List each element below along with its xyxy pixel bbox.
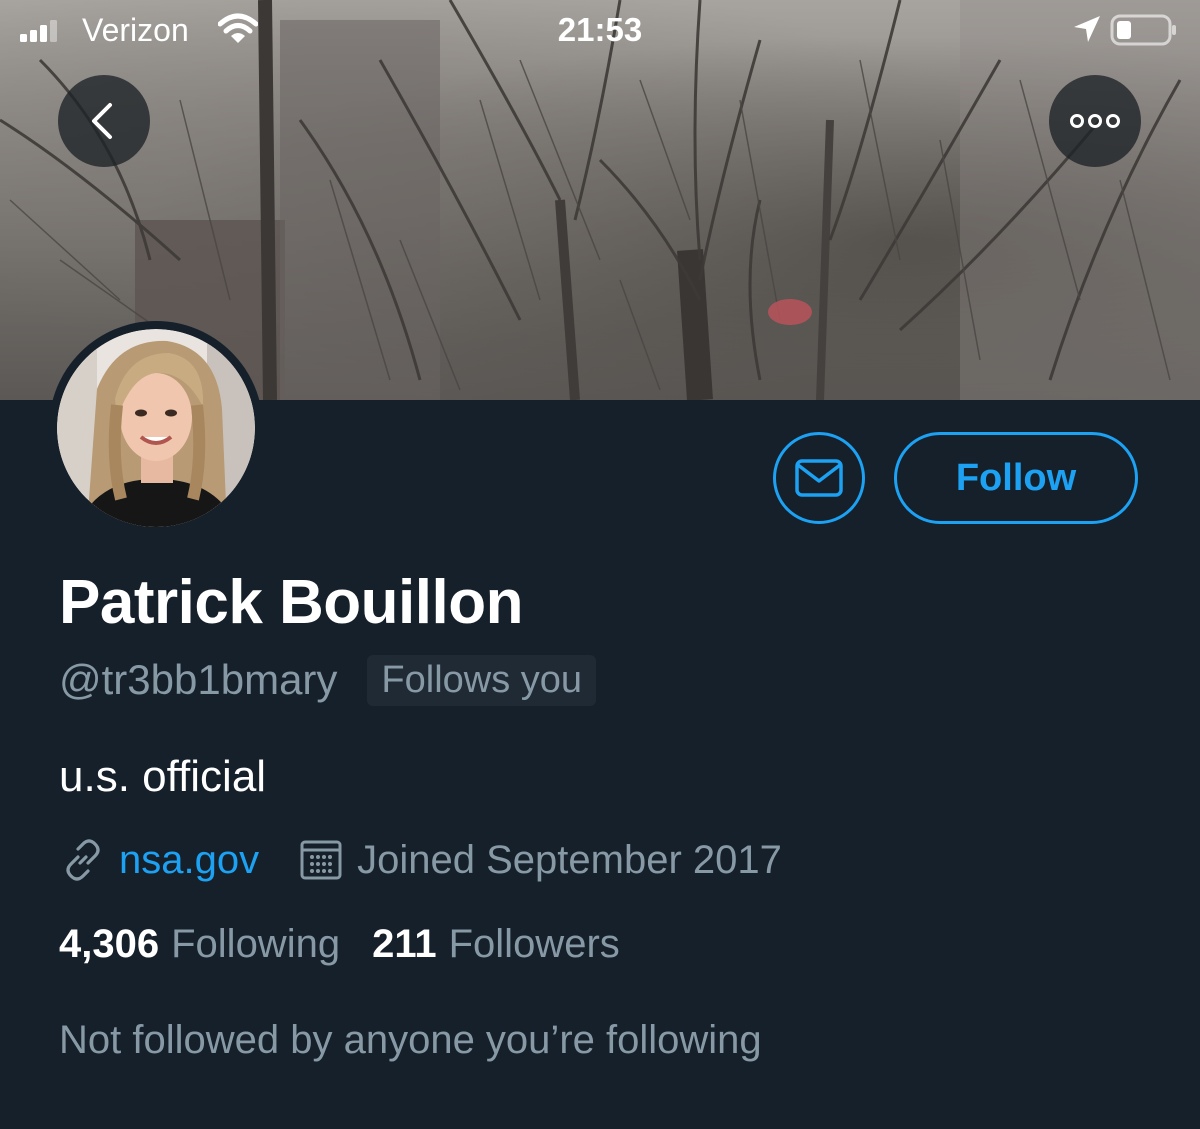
profile-avatar[interactable] [49,321,263,535]
profile-stats-row: 4,306 Following 211 Followers [59,922,620,974]
follow-button[interactable]: Follow [894,432,1138,524]
profile-bio: u.s. official [59,752,267,801]
back-button[interactable] [58,75,150,167]
profile-joined-date: Joined September 2017 [357,837,782,882]
following-count: 4,306 [59,922,160,966]
link-icon [59,836,107,884]
followers-label: Followers [448,922,620,966]
calendar-icon [299,838,343,882]
mutual-followers-text: Not followed by anyone you’re following [59,1018,762,1062]
follows-you-badge: Follows you [367,654,597,706]
more-options-button[interactable] [1049,75,1141,167]
battery-icon [1110,14,1176,46]
more-horizontal-icon [1070,114,1120,128]
following-stat[interactable]: 4,306 Following [59,922,340,967]
handle-row: @tr3bb1bmary Follows you [59,654,597,706]
status-time: 21:53 [557,11,643,48]
message-button[interactable] [773,432,865,524]
status-bar: Verizon 21:53 [0,0,1200,62]
envelope-icon [795,459,843,497]
followers-count: 211 [372,922,437,966]
profile-display-name: Patrick Bouillon [59,568,523,637]
avatar-photo [57,329,255,527]
profile-handle: @tr3bb1bmary [59,656,338,703]
following-label: Following [171,922,341,966]
profile-meta-row: nsa.gov Joined September 2017 [59,834,782,886]
location-arrow-icon [1074,16,1100,42]
followers-stat[interactable]: 211 Followers [372,922,620,967]
chevron-left-icon [92,103,112,139]
profile-website-link[interactable]: nsa.gov [119,838,259,883]
